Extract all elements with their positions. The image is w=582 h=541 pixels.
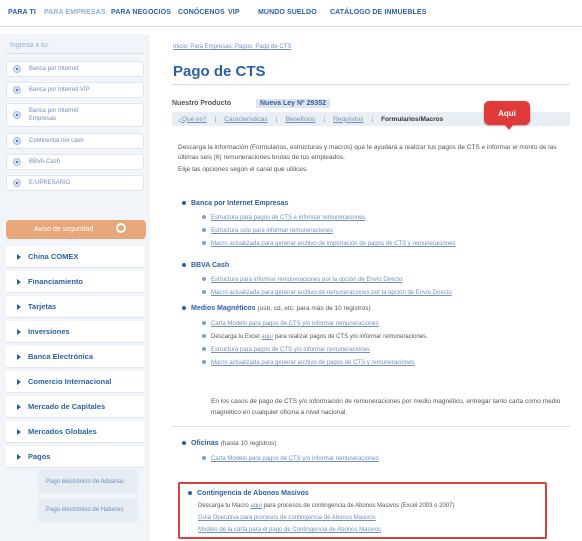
menu-inversiones[interactable]: Inversiones bbox=[6, 321, 144, 343]
contingency-macro-line: Descarga tu Macro aquí para procesos de … bbox=[198, 503, 455, 509]
nav-catalogo-inmuebles[interactable]: CATÁLOGO DE INMUEBLES bbox=[330, 9, 426, 16]
menu-banca-electronica[interactable]: Banca Electrónica bbox=[6, 346, 144, 368]
tab-formularios-macros[interactable]: Formularios/Macros bbox=[381, 116, 443, 123]
menu-pagos[interactable]: Pagos bbox=[6, 446, 144, 468]
download-link[interactable]: Estructura para pagos de CTS y/o informa… bbox=[202, 347, 370, 353]
download-link[interactable]: Macro actualizada para generar archivo d… bbox=[202, 241, 455, 247]
menu-mercado-capitales[interactable]: Mercado de Capitales bbox=[6, 396, 144, 418]
arrow-right-icon bbox=[17, 354, 21, 360]
radio-icon bbox=[13, 158, 21, 166]
intro-text: Descarga la información (Formularios, es… bbox=[178, 144, 557, 161]
radio-icon bbox=[13, 111, 21, 119]
nav-para-ti[interactable]: PARA TI bbox=[8, 9, 36, 16]
download-link[interactable]: Macro actualizada para generar archivo d… bbox=[202, 290, 452, 296]
callout-label: Aqui bbox=[484, 101, 530, 130]
lock-icon bbox=[116, 223, 126, 233]
breadcrumb[interactable]: Inicio: Para Empresas: Pagos: Pago de CT… bbox=[173, 44, 291, 50]
divider bbox=[6, 53, 144, 54]
arrow-right-icon bbox=[17, 329, 21, 335]
tab-beneficios[interactable]: Beneficios bbox=[285, 116, 315, 123]
menu-tarjetas[interactable]: Tarjetas bbox=[6, 296, 144, 318]
menu-comercio-internacional[interactable]: Comercio Internacional bbox=[6, 371, 144, 393]
sidebar-link-empresario[interactable]: E-UPRESARIO bbox=[6, 175, 144, 191]
divider bbox=[172, 84, 570, 85]
menu-financiamiento[interactable]: Financiamiento bbox=[6, 271, 144, 293]
section-bbva-cash: BBVA Cash bbox=[182, 262, 229, 269]
sidebar-title: Ingresa a tu: bbox=[10, 42, 49, 49]
product-label: Nuestro Producto bbox=[172, 100, 232, 107]
arrow-right-icon bbox=[17, 429, 21, 435]
divider bbox=[172, 426, 570, 427]
radio-icon bbox=[13, 179, 21, 187]
submenu-pago-aduanas[interactable]: Pago electrónico de Aduanas bbox=[38, 470, 138, 494]
section-oficinas: Oficinas (hasta 10 registros) bbox=[182, 440, 277, 447]
download-link[interactable]: Macro actualizada para generar archivo d… bbox=[202, 360, 414, 366]
security-notice-button[interactable]: Aviso de seguridad bbox=[6, 220, 146, 239]
excel-download-line: Descarga tu Excel aquí para realizar pag… bbox=[202, 334, 428, 340]
guia-operativa-link[interactable]: Guía Operativa para procesos de continge… bbox=[198, 515, 376, 521]
radio-icon bbox=[13, 86, 21, 94]
menu-china-comex[interactable]: China COMEX bbox=[6, 246, 144, 268]
page-title: Pago de CTS bbox=[173, 63, 266, 80]
submenu-pago-haberes[interactable]: Pago electrónico de Haberes bbox=[38, 498, 138, 522]
nav-para-empresas[interactable]: PARA EMPRESAS bbox=[44, 9, 106, 16]
aqui-link[interactable]: aquí bbox=[250, 503, 262, 509]
download-link[interactable]: Carta Modelo para pagos de CTS y/o infor… bbox=[202, 321, 379, 327]
sidebar-link-banca-internet[interactable]: Banca por Internet bbox=[6, 61, 144, 77]
arrow-right-icon bbox=[17, 279, 21, 285]
magnetic-media-note: En los casos de pago de CTS y/o informac… bbox=[211, 398, 561, 416]
tab-requisitos[interactable]: Requisitos bbox=[333, 116, 363, 123]
top-navigation: PARA TI PARA EMPRESAS PARA NEGOCIOS CONÓ… bbox=[0, 0, 582, 27]
nav-mundo-sueldo[interactable]: MUNDO SUELDO bbox=[258, 9, 317, 16]
menu-mercados-globales[interactable]: Mercados Globales bbox=[6, 421, 144, 443]
contingency-box: Contingencia de Abonos Masivos Descarga … bbox=[178, 482, 547, 539]
radio-icon bbox=[13, 137, 21, 145]
nav-para-negocios[interactable]: PARA NEGOCIOS bbox=[111, 9, 171, 16]
sidebar: Ingresa a tu: Banca por Internet Banca p… bbox=[0, 34, 150, 541]
arrow-right-icon bbox=[17, 304, 21, 310]
tab-caracteristicas[interactable]: Características bbox=[224, 116, 267, 123]
section-contingencia: Contingencia de Abonos Masivos bbox=[188, 490, 309, 497]
arrow-right-icon bbox=[17, 454, 21, 460]
nav-vip[interactable]: VIP bbox=[228, 9, 240, 16]
law-badge: Nueva Ley Nº 29352 bbox=[256, 99, 330, 108]
nav-conocenos[interactable]: CONÓCENOS bbox=[178, 9, 225, 16]
radio-icon bbox=[13, 65, 21, 73]
download-link[interactable]: Estructura sólo para informar remuneraci… bbox=[202, 228, 333, 234]
download-link[interactable]: Carta Modelo para pagos de CTS y/o infor… bbox=[202, 456, 379, 462]
tab-que-es[interactable]: ¿Qué es? bbox=[178, 116, 207, 123]
sidebar-link-banca-internet-vip[interactable]: Banca por Internet VIP bbox=[6, 82, 144, 98]
download-link[interactable]: Estructura para pagos de CTS e informar … bbox=[202, 215, 365, 221]
sidebar-link-continental-net-cash[interactable]: Continental net cash bbox=[6, 133, 144, 149]
arrow-right-icon bbox=[17, 254, 21, 260]
section-banca-internet-empresas: Banca por Internet Empresas bbox=[182, 200, 288, 207]
arrow-right-icon bbox=[17, 379, 21, 385]
intro-instruction: Elije las opciones según el canal que ut… bbox=[178, 166, 309, 173]
download-link[interactable]: Estructura para informar remuneraciones … bbox=[202, 277, 402, 283]
sidebar-link-banca-internet-empresas[interactable]: Banca por Internet Empresas bbox=[6, 103, 144, 127]
arrow-right-icon bbox=[17, 404, 21, 410]
aqui-link[interactable]: aquí bbox=[261, 334, 273, 340]
sidebar-link-bbva-cash[interactable]: BBVA Cash bbox=[6, 154, 144, 170]
modelo-carta-link[interactable]: Modelo de la carta para el pago de Conti… bbox=[198, 527, 381, 533]
section-medios-magneticos: Medios Magnéticos (usb, cd, etc. para má… bbox=[182, 305, 371, 312]
